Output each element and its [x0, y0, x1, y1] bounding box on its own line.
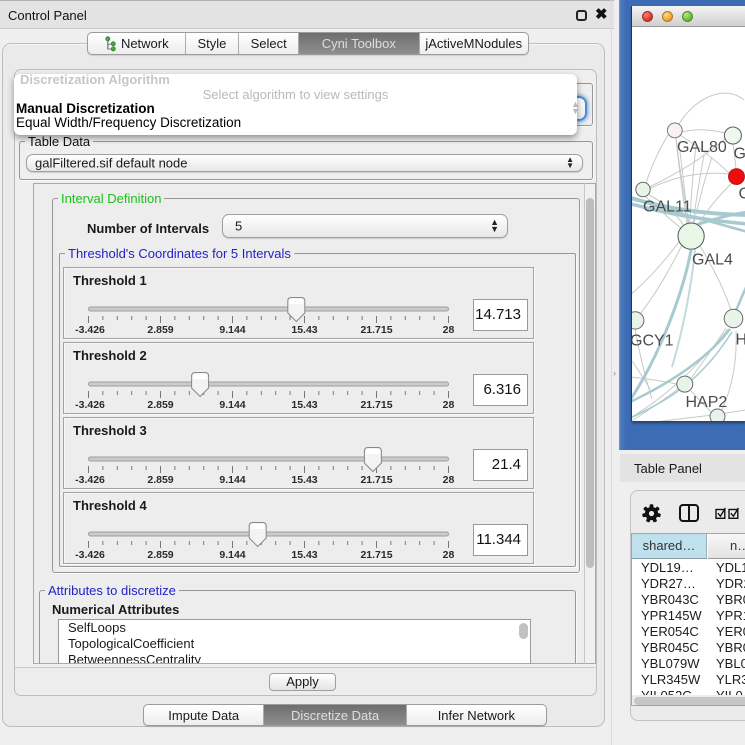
svg-text:GCY1: GCY1 — [632, 333, 674, 350]
svg-text:C: C — [739, 186, 745, 203]
svg-text:H: H — [736, 332, 745, 349]
svg-text:GAL80: GAL80 — [677, 139, 727, 156]
svg-text:GAL4: GAL4 — [692, 252, 733, 269]
svg-text:GA: GA — [734, 146, 745, 163]
svg-text:GAL11: GAL11 — [643, 199, 692, 216]
svg-text:HAP2: HAP2 — [686, 394, 728, 411]
